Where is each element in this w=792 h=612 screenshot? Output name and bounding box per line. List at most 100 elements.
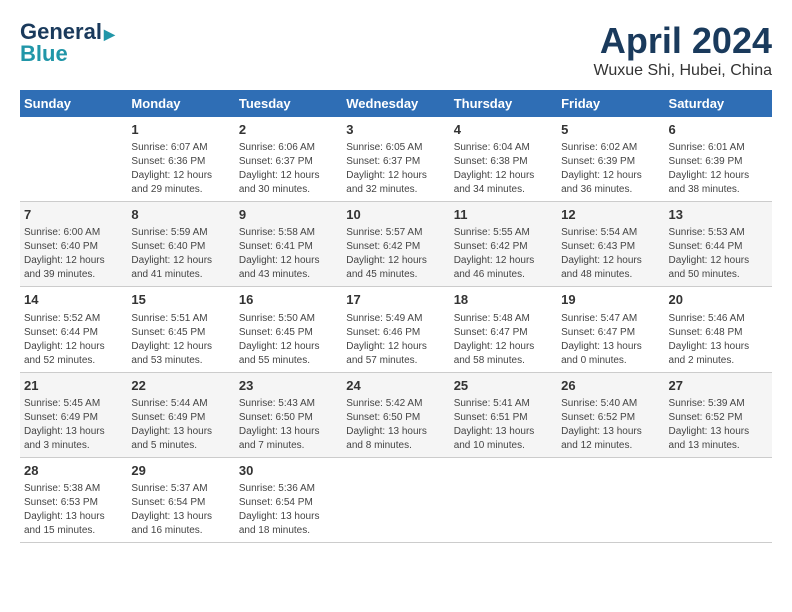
day-number: 24 [346, 377, 445, 395]
calendar-body: 1Sunrise: 6:07 AM Sunset: 6:36 PM Daylig… [20, 117, 772, 542]
day-number: 21 [24, 377, 123, 395]
week-row-0: 1Sunrise: 6:07 AM Sunset: 6:36 PM Daylig… [20, 117, 772, 202]
day-number: 12 [561, 206, 660, 224]
day-number: 30 [239, 462, 338, 480]
calendar-cell [557, 457, 664, 542]
calendar-cell [450, 457, 557, 542]
week-row-1: 7 Sunrise: 6:00 AM Sunset: 6:40 PM Daylig… [20, 202, 772, 287]
calendar-cell: 28Sunrise: 5:38 AM Sunset: 6:53 PM Dayli… [20, 457, 127, 542]
day-number: 2 [239, 121, 338, 139]
cell-info: Sunrise: 5:49 AM Sunset: 6:46 PM Dayligh… [346, 312, 445, 368]
calendar-cell: 24 Sunrise: 5:42 AM Sunset: 6:50 PM Dayli… [342, 372, 449, 457]
day-number: 4 [454, 121, 553, 139]
header-cell-friday: Friday [557, 90, 664, 117]
cell-info: Sunrise: 5:37 AM Sunset: 6:54 PM Dayligh… [131, 482, 230, 538]
day-number: 14 [24, 291, 123, 309]
calendar-cell [665, 457, 772, 542]
day-number: 15 [131, 291, 230, 309]
cell-info: Sunrise: 5:55 AM Sunset: 6:42 PM Dayligh… [454, 226, 553, 282]
day-number: 27 [669, 377, 768, 395]
calendar-cell: 20Sunrise: 5:46 AM Sunset: 6:48 PM Dayli… [665, 287, 772, 372]
calendar-cell: 22 Sunrise: 5:44 AM Sunset: 6:49 PM Dayli… [127, 372, 234, 457]
day-number: 22 [131, 377, 230, 395]
cell-info: Sunrise: 6:00 AM Sunset: 6:40 PM Dayligh… [24, 226, 123, 282]
calendar-cell: 26Sunrise: 5:40 AM Sunset: 6:52 PM Dayli… [557, 372, 664, 457]
calendar-cell: 3Sunrise: 6:05 AM Sunset: 6:37 PM Daylig… [342, 117, 449, 202]
calendar-cell: 18 Sunrise: 5:48 AM Sunset: 6:47 PM Dayli… [450, 287, 557, 372]
calendar-cell: 11Sunrise: 5:55 AM Sunset: 6:42 PM Dayli… [450, 202, 557, 287]
day-number: 19 [561, 291, 660, 309]
cell-info: Sunrise: 5:39 AM Sunset: 6:52 PM Dayligh… [669, 397, 768, 453]
day-number: 5 [561, 121, 660, 139]
day-number: 8 [131, 206, 230, 224]
header-cell-thursday: Thursday [450, 90, 557, 117]
cell-info: Sunrise: 6:04 AM Sunset: 6:38 PM Dayligh… [454, 141, 553, 197]
calendar-cell: 7 Sunrise: 6:00 AM Sunset: 6:40 PM Daylig… [20, 202, 127, 287]
calendar-cell: 6Sunrise: 6:01 AM Sunset: 6:39 PM Daylig… [665, 117, 772, 202]
page-header: General▶ Blue April 2024 Wuxue Shi, Hube… [20, 20, 772, 80]
day-number: 9 [239, 206, 338, 224]
day-number: 26 [561, 377, 660, 395]
calendar-cell: 25 Sunrise: 5:41 AM Sunset: 6:51 PM Dayli… [450, 372, 557, 457]
calendar-cell: 12 Sunrise: 5:54 AM Sunset: 6:43 PM Dayli… [557, 202, 664, 287]
cell-info: Sunrise: 5:44 AM Sunset: 6:49 PM Dayligh… [131, 397, 230, 453]
day-number: 13 [669, 206, 768, 224]
calendar-cell: 16Sunrise: 5:50 AM Sunset: 6:45 PM Dayli… [235, 287, 342, 372]
day-number: 7 [24, 206, 123, 224]
header-cell-wednesday: Wednesday [342, 90, 449, 117]
day-number: 23 [239, 377, 338, 395]
cell-info: Sunrise: 6:06 AM Sunset: 6:37 PM Dayligh… [239, 141, 338, 197]
cell-info: Sunrise: 5:52 AM Sunset: 6:44 PM Dayligh… [24, 312, 123, 368]
calendar-cell: 15 Sunrise: 5:51 AM Sunset: 6:45 PM Dayli… [127, 287, 234, 372]
calendar-cell: 13 Sunrise: 5:53 AM Sunset: 6:44 PM Dayli… [665, 202, 772, 287]
day-number: 25 [454, 377, 553, 395]
cell-info: Sunrise: 5:38 AM Sunset: 6:53 PM Dayligh… [24, 482, 123, 538]
cell-info: Sunrise: 5:36 AM Sunset: 6:54 PM Dayligh… [239, 482, 338, 538]
cell-info: Sunrise: 5:43 AM Sunset: 6:50 PM Dayligh… [239, 397, 338, 453]
calendar-header: SundayMondayTuesdayWednesdayThursdayFrid… [20, 90, 772, 117]
cell-info: Sunrise: 5:47 AM Sunset: 6:47 PM Dayligh… [561, 312, 660, 368]
location: Wuxue Shi, Hubei, China [594, 62, 772, 80]
header-row: SundayMondayTuesdayWednesdayThursdayFrid… [20, 90, 772, 117]
cell-info: Sunrise: 6:01 AM Sunset: 6:39 PM Dayligh… [669, 141, 768, 197]
calendar-cell: 19 Sunrise: 5:47 AM Sunset: 6:47 PM Dayli… [557, 287, 664, 372]
cell-info: Sunrise: 5:48 AM Sunset: 6:47 PM Dayligh… [454, 312, 553, 368]
calendar-cell: 10 Sunrise: 5:57 AM Sunset: 6:42 PM Dayli… [342, 202, 449, 287]
calendar-cell: 8 Sunrise: 5:59 AM Sunset: 6:40 PM Daylig… [127, 202, 234, 287]
cell-info: Sunrise: 5:59 AM Sunset: 6:40 PM Dayligh… [131, 226, 230, 282]
calendar-cell: 4 Sunrise: 6:04 AM Sunset: 6:38 PM Daylig… [450, 117, 557, 202]
logo-text-block: General▶ Blue [20, 20, 115, 66]
calendar-cell: 5 Sunrise: 6:02 AM Sunset: 6:39 PM Daylig… [557, 117, 664, 202]
day-number: 29 [131, 462, 230, 480]
title-block: April 2024 Wuxue Shi, Hubei, China [594, 20, 772, 80]
calendar-cell: 21Sunrise: 5:45 AM Sunset: 6:49 PM Dayli… [20, 372, 127, 457]
week-row-3: 21Sunrise: 5:45 AM Sunset: 6:49 PM Dayli… [20, 372, 772, 457]
logo: General▶ Blue [20, 20, 115, 66]
cell-info: Sunrise: 5:41 AM Sunset: 6:51 PM Dayligh… [454, 397, 553, 453]
header-cell-monday: Monday [127, 90, 234, 117]
day-number: 18 [454, 291, 553, 309]
cell-info: Sunrise: 5:53 AM Sunset: 6:44 PM Dayligh… [669, 226, 768, 282]
calendar-cell: 9Sunrise: 5:58 AM Sunset: 6:41 PM Daylig… [235, 202, 342, 287]
calendar-cell [342, 457, 449, 542]
header-cell-sunday: Sunday [20, 90, 127, 117]
cell-info: Sunrise: 5:51 AM Sunset: 6:45 PM Dayligh… [131, 312, 230, 368]
cell-info: Sunrise: 5:42 AM Sunset: 6:50 PM Dayligh… [346, 397, 445, 453]
calendar-cell: 17Sunrise: 5:49 AM Sunset: 6:46 PM Dayli… [342, 287, 449, 372]
calendar-table: SundayMondayTuesdayWednesdayThursdayFrid… [20, 90, 772, 543]
calendar-cell: 30 Sunrise: 5:36 AM Sunset: 6:54 PM Dayli… [235, 457, 342, 542]
calendar-cell: 27 Sunrise: 5:39 AM Sunset: 6:52 PM Dayli… [665, 372, 772, 457]
cell-info: Sunrise: 5:46 AM Sunset: 6:48 PM Dayligh… [669, 312, 768, 368]
month-title: April 2024 [594, 20, 772, 62]
cell-info: Sunrise: 6:07 AM Sunset: 6:36 PM Dayligh… [131, 141, 230, 197]
calendar-cell: 14 Sunrise: 5:52 AM Sunset: 6:44 PM Dayli… [20, 287, 127, 372]
cell-info: Sunrise: 5:54 AM Sunset: 6:43 PM Dayligh… [561, 226, 660, 282]
header-cell-saturday: Saturday [665, 90, 772, 117]
week-row-2: 14 Sunrise: 5:52 AM Sunset: 6:44 PM Dayli… [20, 287, 772, 372]
cell-info: Sunrise: 5:57 AM Sunset: 6:42 PM Dayligh… [346, 226, 445, 282]
calendar-cell: 2 Sunrise: 6:06 AM Sunset: 6:37 PM Daylig… [235, 117, 342, 202]
header-cell-tuesday: Tuesday [235, 90, 342, 117]
calendar-cell: 29 Sunrise: 5:37 AM Sunset: 6:54 PM Dayli… [127, 457, 234, 542]
day-number: 10 [346, 206, 445, 224]
cell-info: Sunrise: 6:02 AM Sunset: 6:39 PM Dayligh… [561, 141, 660, 197]
